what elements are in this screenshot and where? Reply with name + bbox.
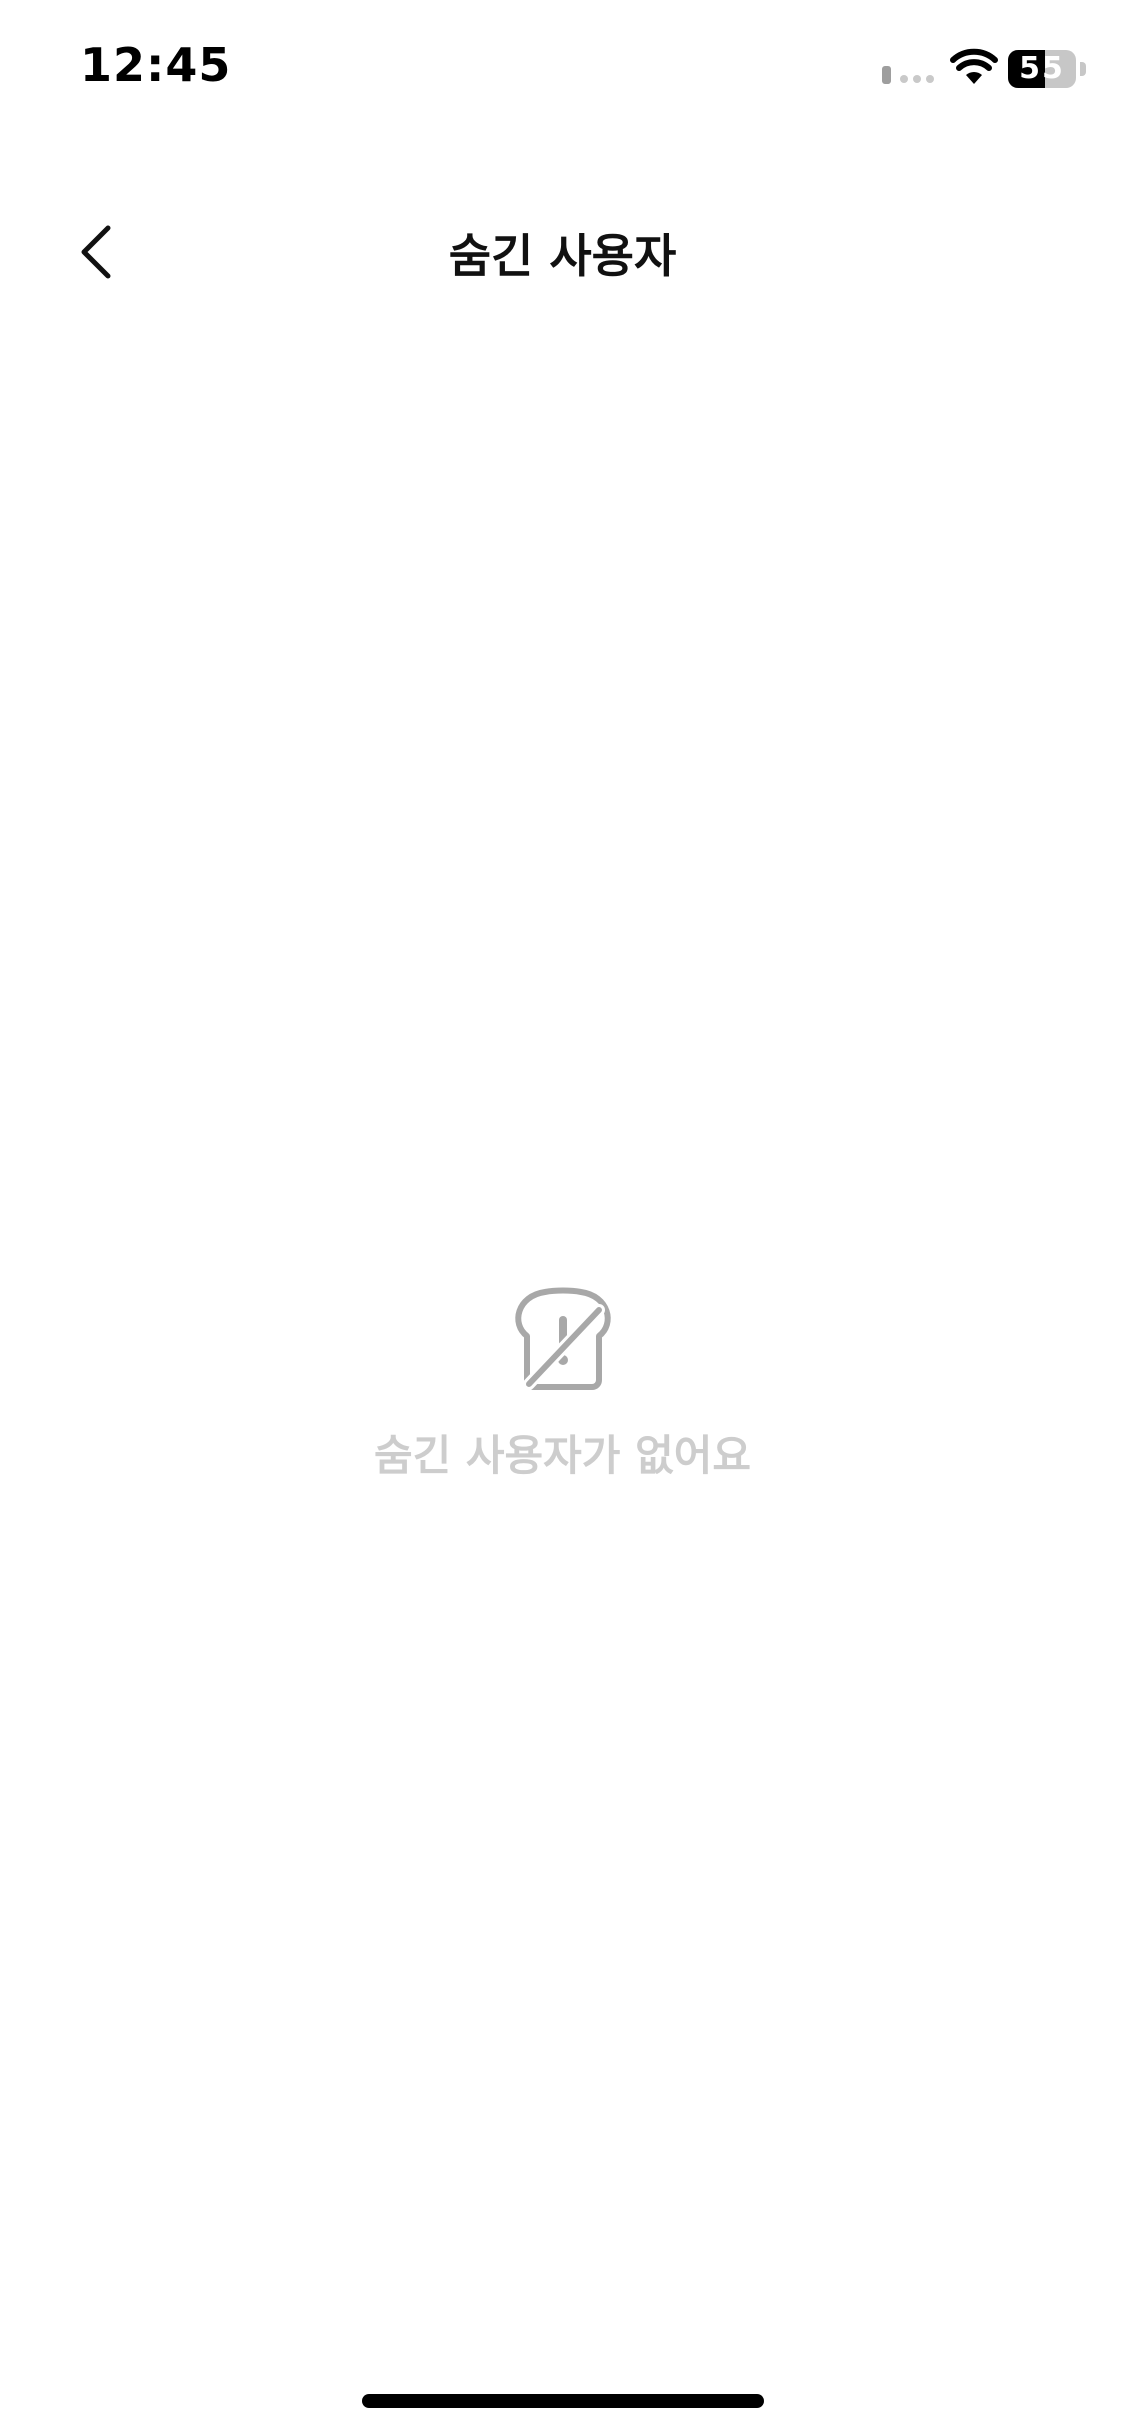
wifi-icon xyxy=(950,48,998,84)
home-indicator[interactable] xyxy=(362,2394,764,2408)
battery-icon: 55 xyxy=(1008,50,1088,88)
battery-cap xyxy=(1080,62,1086,76)
battery-label: 55 xyxy=(1019,51,1065,86)
empty-message: 숨긴 사용자가 없어요 xyxy=(373,1431,751,1480)
nav-bar: 숨긴 사용자 xyxy=(0,190,1125,310)
battery-body: 55 xyxy=(1008,50,1076,88)
empty-state: 숨긴 사용자가 없어요 xyxy=(0,1280,1125,1483)
status-time: 12:45 xyxy=(80,38,232,92)
signal-icon xyxy=(882,66,934,84)
bread-slashed-icon xyxy=(514,1287,611,1390)
status-bar: 12:45 55 xyxy=(0,0,1125,140)
page-title: 숨긴 사용자 xyxy=(448,229,677,283)
